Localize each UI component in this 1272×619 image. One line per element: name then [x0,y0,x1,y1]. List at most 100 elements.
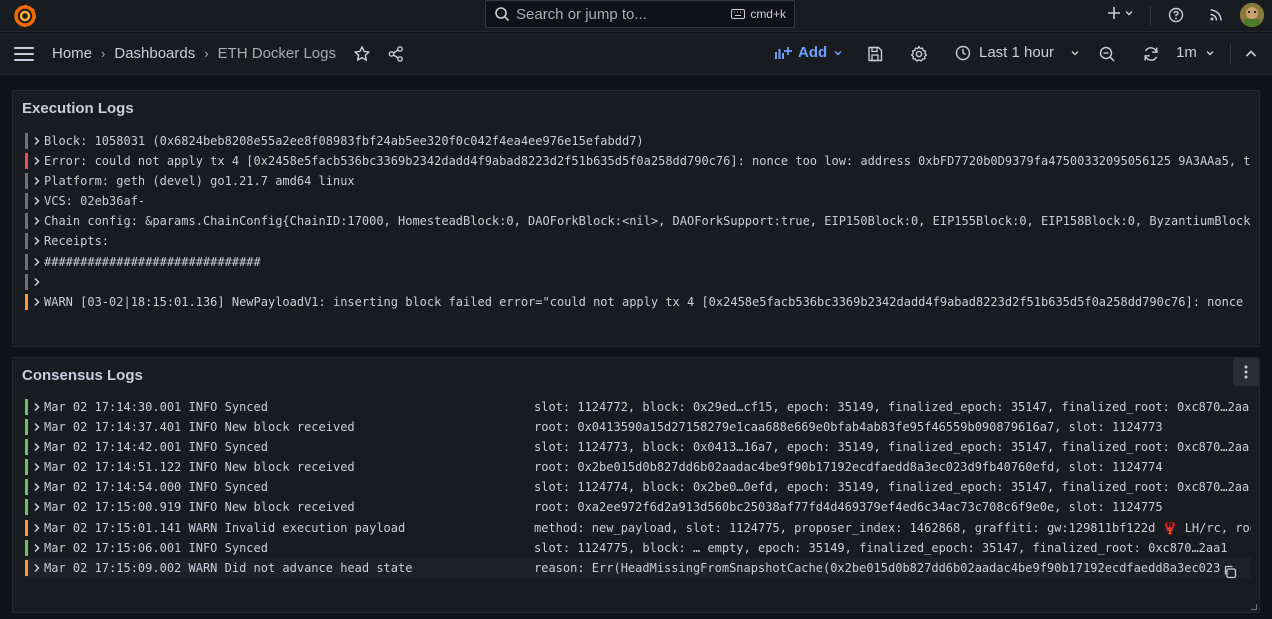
log-row[interactable]: Mar 02 17:14:54.000 INFO Synced slot: 112… [25,477,1251,497]
more-vertical-icon [1244,365,1248,379]
log-row[interactable]: WARN [03-02|18:15:01.136] NewPayloadV1: … [25,292,1251,312]
log-level-indicator [25,233,28,250]
log-level-indicator [25,193,28,210]
refresh-interval-picker[interactable]: 1m [1176,44,1215,61]
log-fields: root: 0x0413590a15d27158279e1caa688e669e… [534,420,1163,435]
chevron-right-icon[interactable] [32,295,42,309]
chevron-right-icon[interactable] [32,541,42,555]
breadcrumb-dashboards[interactable]: Dashboards [114,45,195,62]
chevron-down-icon [834,50,842,56]
log-row[interactable]: ############################## [25,252,1251,272]
copy-icon[interactable] [1223,565,1237,579]
add-button[interactable]: Add [774,44,843,61]
log-row[interactable]: Mar 02 17:14:51.122 INFO New block recei… [25,457,1251,477]
settings-gear-icon[interactable] [910,45,928,63]
chevron-down-icon [1071,50,1079,55]
log-message: Mar 02 17:15:01.141 WARN Invalid executi… [44,520,406,535]
log-row[interactable]: Mar 02 17:15:06.001 INFO Synced slot: 112… [25,538,1251,558]
keyboard-icon [731,9,746,19]
help-icon[interactable] [1168,7,1184,23]
chevron-down-icon [1125,11,1133,16]
log-level-indicator [25,153,28,170]
log-message: Mar 02 17:15:09.002 WARN Did not advance… [44,560,413,575]
search-icon [495,7,510,22]
log-level-indicator [25,479,28,496]
chevron-right-icon[interactable] [32,174,42,188]
log-row[interactable]: Error: could not apply tx 4 [0x2458e5fac… [25,151,1251,171]
chevron-right-icon[interactable] [32,500,42,514]
chevron-up-icon[interactable] [1242,45,1260,63]
log-row[interactable]: Platform: geth (devel) go1.21.7 amd64 li… [25,171,1251,191]
log-fields: root: 0x2be015d0b827dd6b02aadac4be9f90b1… [534,460,1163,475]
refresh-icon[interactable] [1142,45,1160,63]
log-level-indicator [25,539,28,556]
log-level-indicator [25,253,28,270]
panel-menu-button[interactable] [1233,358,1259,386]
dashboard-nav-bar: Home › Dashboards › ETH Docker Logs Add [0,33,1272,75]
log-level-indicator [25,519,28,536]
search-bar[interactable]: Search or jump to... cmd+k [485,0,795,28]
divider [1230,44,1231,64]
zoom-out-icon[interactable] [1098,45,1116,63]
chevron-right-icon[interactable] [32,134,42,148]
log-level-indicator [25,133,28,149]
search-placeholder: Search or jump to... [516,5,647,23]
breadcrumb: Home › Dashboards › ETH Docker Logs [52,45,336,62]
chevron-right-icon[interactable] [32,275,42,289]
log-message: Block: 1058031 (0x6824beb8208e55a2ee8f08… [44,134,644,148]
log-fields: reason: Err(HeadMissingFromSnapshotCache… [534,560,1221,575]
user-avatar[interactable] [1240,3,1264,27]
log-level-indicator [25,399,28,415]
chevron-right-icon[interactable] [32,460,42,474]
chevron-right-icon[interactable] [32,561,42,575]
log-row[interactable]: Mar 02 17:14:30.001 INFO Synced slot: 112… [25,397,1251,417]
log-message: Mar 02 17:14:51.122 INFO New block recei… [44,460,355,475]
log-row[interactable]: Mar 02 17:15:01.141 WARN Invalid executi… [25,518,1251,538]
add-button-label: Add [798,44,828,61]
chevron-right-icon[interactable] [32,521,42,535]
share-icon[interactable] [387,45,405,63]
star-favorite-icon[interactable] [353,45,371,63]
breadcrumb-separator-icon: › [101,46,106,61]
time-range-picker[interactable]: Last 1 hour [955,44,1080,61]
menu-toggle-icon[interactable] [14,47,34,61]
breadcrumb-home[interactable]: Home [52,45,92,62]
grafana-logo-icon[interactable] [12,3,38,29]
log-row[interactable]: Receipts: [25,231,1251,251]
chevron-right-icon[interactable] [32,440,42,454]
chevron-right-icon[interactable] [32,154,42,168]
log-row[interactable]: Mar 02 17:14:37.401 INFO New block recei… [25,417,1251,437]
log-level-indicator [25,173,28,190]
log-row[interactable]: Mar 02 17:15:00.919 INFO New block recei… [25,497,1251,517]
log-row[interactable]: Block: 1058031 (0x6824beb8208e55a2ee8f08… [25,131,1251,151]
chevron-right-icon[interactable] [32,214,42,228]
breadcrumb-separator-icon: › [204,46,209,61]
log-level-indicator [25,419,28,436]
log-message: WARN [03-02|18:15:01.136] NewPayloadV1: … [44,294,1244,309]
panel-title[interactable]: Consensus Logs [22,367,143,384]
chevron-right-icon[interactable] [32,234,42,248]
chevron-right-icon[interactable] [32,194,42,208]
chevron-down-icon [1206,50,1214,55]
top-bar: Search or jump to... cmd+k [0,0,1272,32]
save-icon[interactable] [866,45,884,63]
log-message: Error: could not apply tx 4 [0x2458e5fac… [44,154,1251,169]
log-row[interactable]: Chain config: &params.ChainConfig{ChainI… [25,211,1251,231]
log-row[interactable]: Mar 02 17:14:42.001 INFO Synced slot: 112… [25,437,1251,457]
rss-news-icon[interactable] [1208,7,1224,23]
chevron-right-icon[interactable] [32,420,42,434]
log-fields: slot: 1124773, block: 0x0413…16a7, epoch… [534,440,1251,455]
chevron-right-icon[interactable] [32,400,42,414]
log-row[interactable]: VCS: 02eb36af- [25,191,1251,211]
log-row[interactable]: Mar 02 17:15:09.002 WARN Did not advance… [25,557,1251,578]
chevron-right-icon[interactable] [32,255,42,269]
log-fields: slot: 1124775, block: … empty, epoch: 35… [534,540,1228,555]
execution-logs-panel: Execution Logs Block: 1058031 (0x6824beb… [12,90,1260,347]
execution-log-list: Block: 1058031 (0x6824beb8208e55a2ee8f08… [25,131,1251,321]
log-row[interactable] [25,272,1251,292]
panel-resize-handle[interactable] [1251,604,1257,610]
new-menu-button[interactable] [1107,6,1134,20]
chevron-right-icon[interactable] [32,480,42,494]
search-shortcut: cmd+k [731,7,786,21]
panel-title[interactable]: Execution Logs [22,100,134,117]
